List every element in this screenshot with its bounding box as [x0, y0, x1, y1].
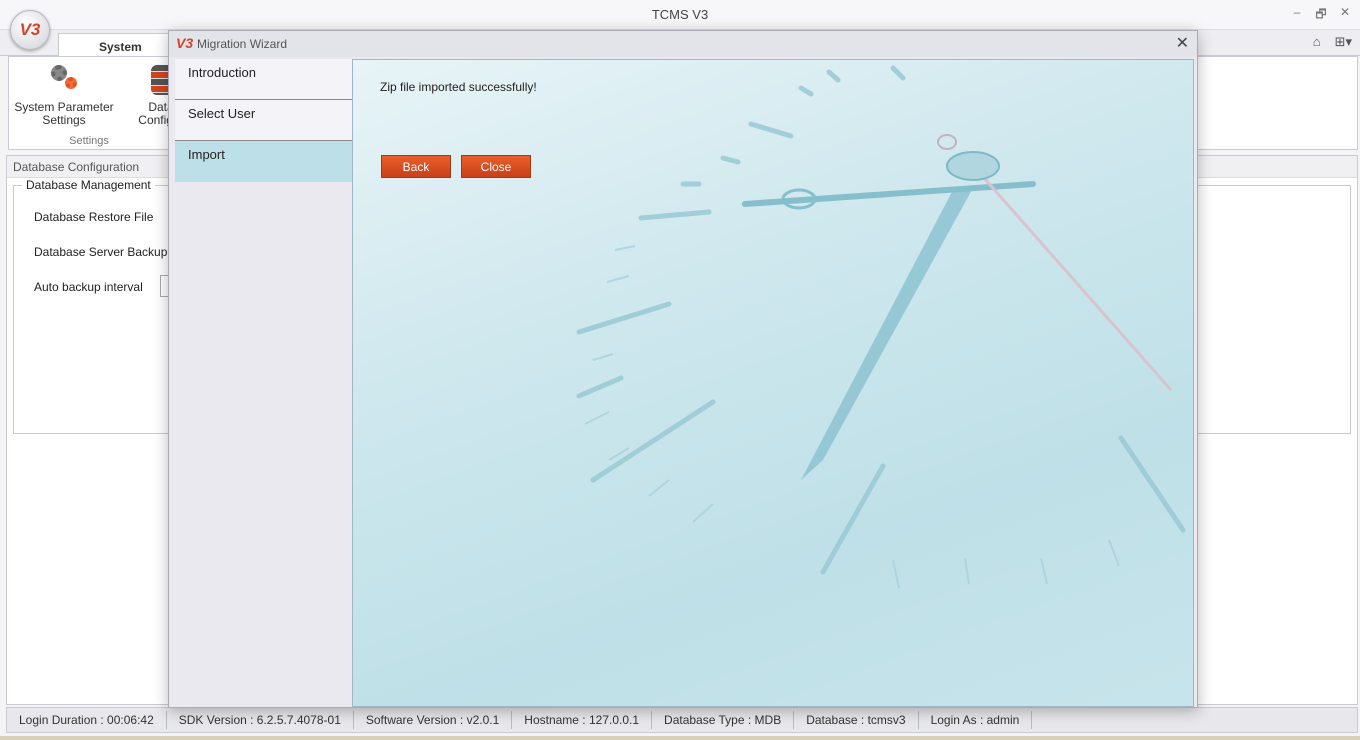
migration-wizard-dialog: V3 Migration Wizard ✕ Introduction Selec… — [168, 30, 1198, 708]
wizard-content: Zip file imported successfully! Back Clo… — [352, 59, 1194, 707]
status-bar: Login Duration : 00:06:42 SDK Version : … — [6, 707, 1358, 733]
status-login-duration: Login Duration : 00:06:42 — [7, 711, 167, 729]
status-software-version: Software Version : v2.0.1 — [354, 711, 513, 729]
back-button[interactable]: Back — [381, 155, 451, 178]
restore-icon[interactable]: 🗗 — [1314, 5, 1328, 26]
import-success-message: Zip file imported successfully! — [380, 80, 537, 94]
logo-text: V3 — [19, 20, 41, 39]
collapse-ribbon-icon[interactable]: ⌂ — [1313, 34, 1321, 50]
server-backup-label: Database Server Backup File — [34, 245, 191, 259]
status-hostname: Hostname : 127.0.0.1 — [512, 711, 653, 729]
layout-icon[interactable]: ⊞▾ — [1335, 34, 1352, 50]
auto-backup-label: Auto backup interval — [34, 280, 143, 294]
step-select-user[interactable]: Select User — [175, 100, 352, 141]
close-icon[interactable]: ✕ — [1338, 5, 1352, 26]
dialog-close-icon[interactable]: ✕ — [1176, 33, 1189, 53]
minimize-icon[interactable]: – — [1290, 5, 1304, 26]
status-database: Database : tcmsv3 — [794, 711, 919, 729]
group-title: Database Management — [22, 178, 155, 192]
close-button[interactable]: Close — [461, 155, 531, 178]
button-label: System Parameter Settings — [14, 100, 114, 127]
status-login-as: Login As : admin — [919, 711, 1033, 729]
dialog-titlebar[interactable]: V3 Migration Wizard ✕ — [169, 31, 1197, 57]
system-parameter-settings-button[interactable]: System Parameter Settings — [11, 61, 117, 133]
status-database-type: Database Type : MDB — [652, 711, 795, 729]
taskbar-strip — [0, 736, 1360, 740]
restore-file-label: Database Restore File — [34, 210, 154, 224]
dialog-title: Migration Wizard — [197, 37, 288, 51]
window-controls: – 🗗 ✕ — [1290, 5, 1352, 26]
gear-icon — [11, 61, 117, 95]
main-titlebar: TCMS V3 – 🗗 ✕ — [0, 0, 1360, 30]
status-sdk-version: SDK Version : 6.2.5.7.4078-01 — [167, 711, 354, 729]
step-introduction[interactable]: Introduction — [175, 59, 352, 100]
app-title: TCMS V3 — [651, 7, 709, 22]
app-logo[interactable]: V3 — [10, 10, 50, 50]
ribbon-group-label: Settings — [69, 135, 109, 147]
tab-system-settings[interactable]: System Settings — [58, 33, 178, 68]
wizard-steps: Introduction Select User Import — [175, 59, 352, 707]
step-import[interactable]: Import — [175, 141, 352, 182]
dialog-logo-icon: V3 — [176, 35, 194, 51]
ribbon-right-icons: ⌂ ⊞▾ — [1313, 34, 1352, 50]
